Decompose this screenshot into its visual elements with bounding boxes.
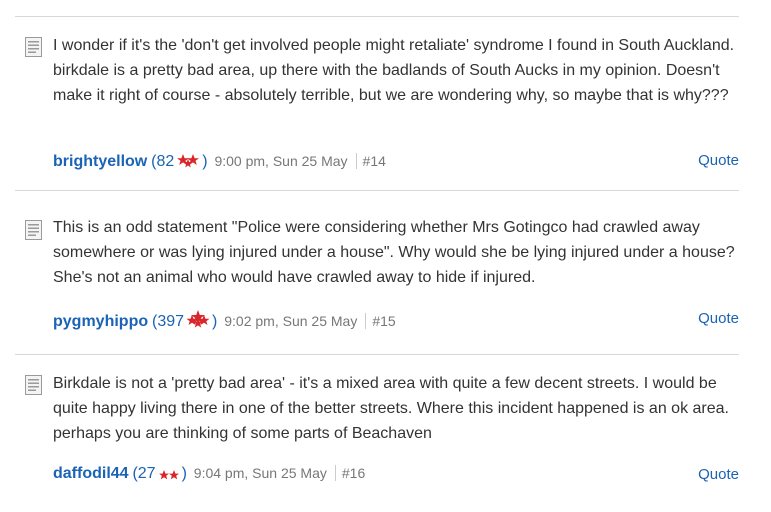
username-link[interactable]: brightyellow — [53, 153, 147, 170]
quote-button[interactable]: Quote — [698, 152, 739, 169]
username-link[interactable]: daffodil44 — [53, 465, 129, 482]
post-body: This is an odd statement "Police were co… — [53, 219, 735, 286]
post-body: I wonder if it's the 'don't get involved… — [53, 37, 735, 104]
post-15: This is an odd statement "Police were co… — [15, 190, 739, 355]
document-icon — [25, 375, 42, 395]
document-icon — [25, 37, 42, 57]
post-time: 9:04 pm, Sun 25 May — [193, 465, 327, 481]
reputation-count: (27 — [132, 465, 156, 482]
reputation-close: ) — [181, 465, 187, 482]
reputation-stars-icon — [158, 470, 179, 480]
reputation-close: ) — [202, 153, 208, 170]
reputation-stars-icon — [177, 154, 200, 168]
quote-button[interactable]: Quote — [698, 310, 739, 327]
post-number[interactable]: #16 — [342, 465, 365, 481]
reputation-stars-icon — [186, 310, 210, 328]
post-meta: pygmyhippo (397 ) 9:02 pm, Sun 25 May #15 — [53, 309, 739, 330]
reputation-close: ) — [212, 313, 218, 330]
post-number[interactable]: #14 — [363, 153, 386, 169]
post-14: I wonder if it's the 'don't get involved… — [15, 17, 739, 190]
post-16: Birkdale is not a 'pretty bad area' - it… — [15, 354, 739, 511]
meta-separator — [355, 153, 357, 169]
post-meta: brightyellow (82 ) 9:00 pm, Sun 25 May #1… — [53, 151, 739, 171]
reputation-count: (397 — [152, 313, 185, 330]
post-meta: daffodil44 (27 ) 9:04 pm, Sun 25 May #16 — [53, 465, 739, 485]
meta-separator — [334, 465, 336, 481]
meta-separator — [365, 313, 367, 329]
post-time: 9:02 pm, Sun 25 May — [224, 313, 358, 329]
username-link[interactable]: pygmyhippo — [53, 313, 148, 330]
post-number[interactable]: #15 — [372, 313, 395, 329]
post-time: 9:00 pm, Sun 25 May — [214, 153, 348, 169]
document-icon — [25, 220, 42, 240]
quote-button[interactable]: Quote — [698, 466, 739, 483]
post-body: Birkdale is not a 'pretty bad area' - it… — [53, 375, 729, 442]
reputation-count: (82 — [151, 153, 175, 170]
